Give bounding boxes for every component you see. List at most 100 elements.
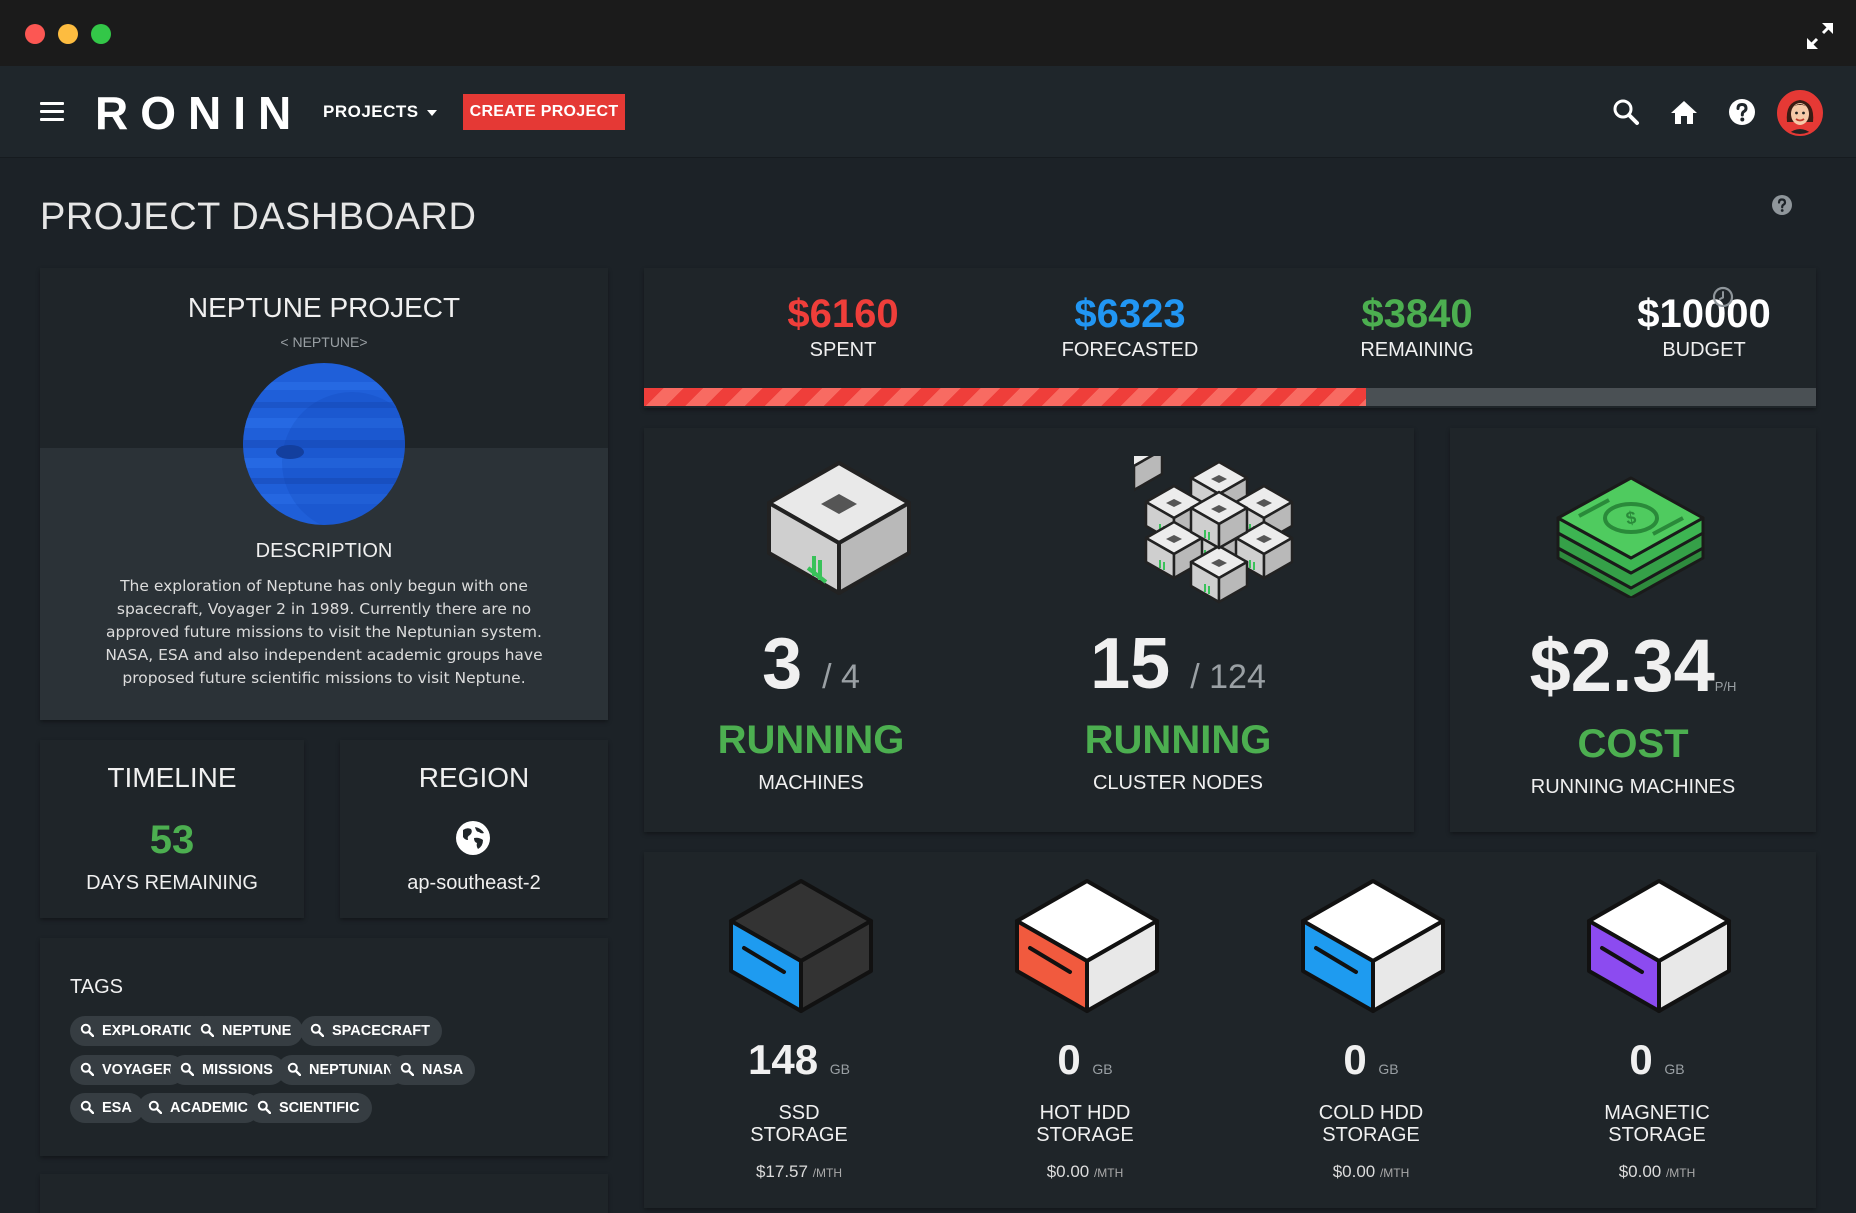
page-title: PROJECT DASHBOARD bbox=[40, 196, 477, 238]
cluster-total: / 124 bbox=[1190, 658, 1266, 696]
search-icon bbox=[180, 1062, 194, 1076]
storage-type-label: MAGNETIC bbox=[1604, 1102, 1710, 1124]
region-title: REGION bbox=[418, 762, 530, 793]
help-icon[interactable] bbox=[1770, 193, 1794, 217]
search-icon bbox=[400, 1062, 414, 1076]
machines-running-value: 3 bbox=[762, 624, 803, 704]
remaining-value: $3840 bbox=[1361, 292, 1473, 336]
machines-total: / 4 bbox=[822, 658, 860, 696]
budget-value: $10000 bbox=[1637, 292, 1771, 336]
tag-chip[interactable]: VOYAGER bbox=[70, 1055, 186, 1085]
tag-label: SPACECRAFT bbox=[332, 1023, 431, 1039]
cluster-running-value: 15 bbox=[1090, 624, 1171, 704]
money-stack-icon: $ bbox=[1556, 476, 1705, 598]
tag-chip[interactable]: NASA bbox=[390, 1055, 476, 1085]
storage-price: $0.00 /MTH bbox=[1246, 1162, 1496, 1182]
storage-icon bbox=[729, 879, 873, 1013]
user-avatar[interactable] bbox=[1777, 90, 1823, 136]
projects-dropdown[interactable]: PROJECTS bbox=[323, 102, 437, 122]
storage-label: STORAGE bbox=[1322, 1124, 1420, 1146]
tag-label: ACADEMIC bbox=[170, 1100, 249, 1116]
tag-chip[interactable]: SPACECRAFT bbox=[300, 1016, 443, 1046]
globe-icon bbox=[456, 821, 490, 855]
tags-title: TAGS bbox=[70, 976, 123, 998]
home-icon[interactable] bbox=[1668, 96, 1700, 128]
tag-chip[interactable]: SCIENTIFIC bbox=[247, 1093, 372, 1123]
cost-card: $ $2.34P/H COST RUNNING MACHINES bbox=[1450, 428, 1816, 832]
search-icon bbox=[80, 1062, 94, 1076]
storage-price-unit: /MTH bbox=[1665, 1166, 1696, 1180]
forecasted-value: $6323 bbox=[1074, 292, 1186, 336]
cluster-status: RUNNING bbox=[1084, 718, 1272, 762]
create-project-button[interactable]: CREATE PROJECT bbox=[463, 94, 625, 130]
storage-price-value: $17.57 bbox=[755, 1162, 808, 1181]
storage-unit: GB bbox=[1664, 1061, 1685, 1077]
cost-value: $2.34P/H bbox=[1450, 623, 1816, 708]
fullscreen-icon[interactable] bbox=[1804, 20, 1836, 52]
projects-dropdown-label: PROJECTS bbox=[323, 102, 419, 121]
cluster-label: CLUSTER NODES bbox=[1092, 772, 1264, 794]
search-icon bbox=[148, 1100, 162, 1114]
timeline-card: TIMELINE 53 DAYS REMAINING bbox=[40, 740, 304, 918]
storage-unit: GB bbox=[829, 1061, 850, 1077]
search-icon[interactable] bbox=[1610, 96, 1642, 128]
storage-price-value: $0.00 bbox=[1332, 1162, 1376, 1181]
search-icon bbox=[80, 1023, 94, 1037]
search-icon bbox=[200, 1023, 214, 1037]
budget-card: $6160 SPENT $6323 FORECASTED $3840 REMAI… bbox=[644, 268, 1816, 408]
storage-amount: 0 GB bbox=[960, 1036, 1210, 1084]
tag-chip[interactable]: ACADEMIC bbox=[138, 1093, 261, 1123]
tag-chip[interactable]: MISSIONS bbox=[170, 1055, 285, 1085]
storage-amount: 148 GB bbox=[674, 1036, 924, 1084]
cost-unit: P/H bbox=[1714, 679, 1737, 694]
window-titlebar bbox=[0, 0, 1856, 66]
cost-status: COST bbox=[1577, 722, 1689, 766]
ronin-logo[interactable]: RONIN bbox=[95, 86, 303, 140]
storage-price-unit: /MTH bbox=[812, 1166, 843, 1180]
cost-label: RUNNING MACHINES bbox=[1530, 776, 1736, 798]
storage-value: 0 bbox=[1629, 1036, 1653, 1083]
machines-status: RUNNING bbox=[717, 718, 905, 762]
storage-type-label: COLD HDD bbox=[1318, 1102, 1424, 1124]
storage-amount: 0 GB bbox=[1246, 1036, 1496, 1084]
region-value: ap-southeast-2 bbox=[407, 872, 541, 894]
search-icon bbox=[287, 1062, 301, 1076]
tag-chip[interactable]: NEPTUNE bbox=[190, 1016, 304, 1046]
machines-label: MACHINES bbox=[758, 772, 864, 794]
storage-type-label: HOT HDD bbox=[1039, 1102, 1131, 1124]
app-header: RONIN PROJECTS CREATE PROJECT bbox=[0, 66, 1856, 158]
tag-chip[interactable]: ESA bbox=[70, 1093, 144, 1123]
storage-price: $0.00 /MTH bbox=[960, 1162, 1210, 1182]
project-card: NEPTUNE PROJECT < NEPTUNE> DESCRIPTION T… bbox=[40, 268, 608, 720]
storage-value: 148 bbox=[748, 1036, 819, 1083]
tag-chip[interactable]: NEPTUNIAN bbox=[277, 1055, 406, 1085]
storage-price-unit: /MTH bbox=[1379, 1166, 1410, 1180]
window-minimize-button[interactable] bbox=[58, 24, 78, 44]
project-description: The exploration of Neptune has only begu… bbox=[105, 577, 543, 687]
caret-down-icon bbox=[426, 109, 437, 116]
tag-label: NEPTUNE bbox=[222, 1023, 292, 1039]
storage-price-value: $0.00 bbox=[1046, 1162, 1090, 1181]
region-card: REGION ap-southeast-2 bbox=[340, 740, 608, 918]
search-icon bbox=[257, 1100, 271, 1114]
storage-label: STORAGE bbox=[1036, 1124, 1134, 1146]
budget-progress-bar bbox=[644, 388, 1816, 406]
search-icon bbox=[310, 1023, 324, 1037]
project-name: NEPTUNE PROJECT bbox=[187, 292, 461, 323]
tag-label: VOYAGER bbox=[102, 1062, 174, 1078]
window-zoom-button[interactable] bbox=[91, 24, 111, 44]
budget-progress-fill bbox=[644, 388, 1366, 406]
tag-label: NASA bbox=[422, 1062, 464, 1078]
tag-label: SCIENTIFIC bbox=[279, 1100, 360, 1116]
window-close-button[interactable] bbox=[25, 24, 45, 44]
storage-icon bbox=[1587, 879, 1731, 1013]
clock-icon[interactable] bbox=[1712, 286, 1734, 308]
cost-amount: $2.34 bbox=[1529, 624, 1715, 707]
machines-running-count: 3 / 4 bbox=[644, 623, 978, 705]
storage-label: STORAGE bbox=[750, 1124, 848, 1146]
menu-icon[interactable] bbox=[40, 102, 64, 122]
storage-price-unit: /MTH bbox=[1093, 1166, 1124, 1180]
help-icon[interactable] bbox=[1726, 96, 1758, 128]
storage-value: 0 bbox=[1343, 1036, 1367, 1083]
search-icon bbox=[80, 1100, 94, 1114]
